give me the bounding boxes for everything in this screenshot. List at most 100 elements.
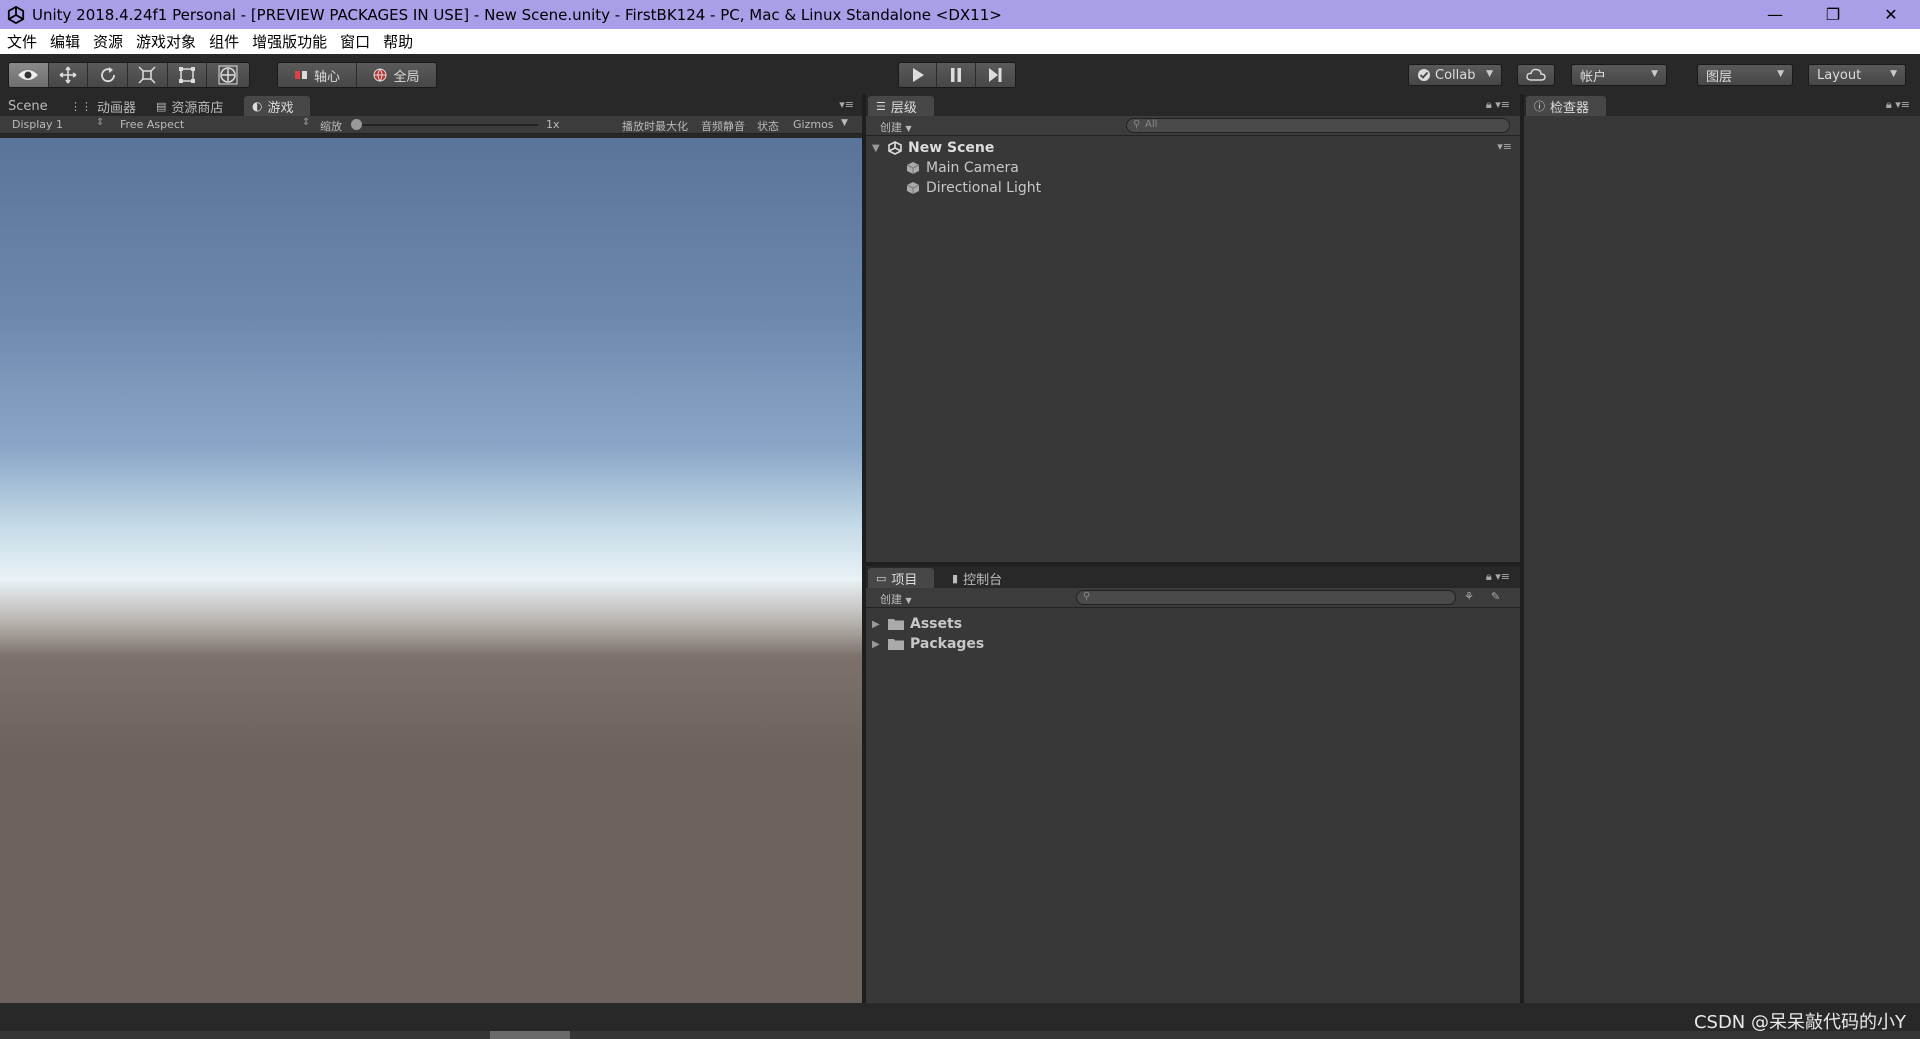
folder-icon: ▭ [876,571,887,585]
rect-tool-button[interactable] [167,63,208,87]
scale-tool-button[interactable] [128,63,168,87]
play-button[interactable] [899,63,938,87]
chevron-down-icon[interactable]: ▼ [841,118,848,128]
search-placeholder: All [1145,119,1158,130]
lock-icon[interactable]: 🔒︎ ▾≡ [1486,98,1510,112]
tab-project[interactable]: ▭ 项目 [868,568,934,588]
cloud-icon [1526,68,1546,81]
chevron-down-icon: ▼ [1651,69,1658,79]
chevron-down-icon: ▼ [1777,69,1784,79]
list-item[interactable]: ▶ Assets [872,614,962,634]
tab-console[interactable]: ▮ 控制台 [944,568,1010,588]
tab-project-label: 项目 [891,572,918,588]
console-icon: ▮ [952,571,959,585]
tab-animator[interactable]: ⋮⋮ 动画器 [62,96,144,116]
tab-asset-store[interactable]: ▤ 资源商店 [148,96,231,116]
stats-toggle[interactable]: 状态 [757,118,779,134]
list-item[interactable]: Directional Light [906,178,1041,198]
restore-button[interactable]: ❐ [1804,0,1862,29]
scene-name: New Scene [908,140,995,156]
pivot-button[interactable]: 轴心 [278,63,357,87]
step-button[interactable] [975,63,1015,87]
menu-file[interactable]: 文件 [0,31,43,52]
project-search-input[interactable]: ⚲ [1076,590,1456,605]
menu-component[interactable]: 组件 [202,31,245,52]
tag-icon[interactable]: ✎ [1491,590,1500,603]
transform-tool-button[interactable] [207,63,249,87]
hierarchy-search-input[interactable]: ⚲ All [1126,118,1510,133]
collab-dropdown[interactable]: Collab ▼ [1408,64,1502,86]
eye-icon [18,70,39,80]
triangle-down-icon[interactable]: ▼ [872,143,882,154]
project-toolbar: 创建 ▼ ⚲ ⚘ ✎ [866,588,1520,608]
project-create-button[interactable]: 创建 ▼ [880,591,912,607]
pacman-icon: ◐ [252,99,263,113]
menu-edit[interactable]: 编辑 [43,31,86,52]
view-tool-button[interactable] [9,63,49,87]
display-select[interactable]: Display 1 [12,118,63,131]
folder-icon [888,619,904,630]
layers-label: 图层 [1706,69,1733,85]
scale-slider-handle[interactable] [351,119,362,130]
move-icon [59,66,77,84]
layers-dropdown[interactable]: 图层 ▼ [1697,64,1793,86]
scale-label: 缩放 [320,120,342,133]
unity-logo-icon [4,3,28,27]
list-item[interactable]: ▶ Packages [872,634,984,654]
project-item-label: Packages [910,636,985,652]
scene-row[interactable]: ▼ New Scene ▾≡ [872,138,1512,158]
triangle-right-icon[interactable]: ▶ [872,639,882,650]
list-item[interactable]: Main Camera [906,158,1019,178]
aspect-select[interactable]: Free Aspect [120,118,184,131]
project-item-label: Assets [910,616,963,632]
cube-icon [906,162,920,174]
rotate-tool-button[interactable] [88,63,129,87]
hierarchy-panel: ☰ 层级 🔒︎ ▾≡ 创建 ▼ ⚲ All ▼ New Scene ▾≡ Mai… [866,94,1520,562]
info-icon: ⓘ [1534,100,1545,113]
pause-icon [951,68,962,82]
scale-value: 1x [546,118,560,131]
move-tool-button[interactable] [48,63,89,87]
watermark: CSDN @呆呆敲代码的小Y [1693,1012,1906,1033]
game-viewport[interactable] [0,138,862,1003]
cloud-button[interactable] [1517,64,1555,86]
global-button[interactable]: 全局 [357,63,436,87]
tab-hierarchy-label: 层级 [890,100,917,116]
hierarchy-item-label: Main Camera [926,160,1019,176]
hierarchy-create-button[interactable]: 创建 ▼ [880,119,912,135]
lock-icon[interactable]: 🔒︎ ▾≡ [1886,98,1910,112]
chevron-down-icon: ▼ [905,596,912,605]
scale-icon [138,66,156,84]
close-button[interactable]: ✕ [1862,0,1920,29]
tab-scene-label: Scene [8,98,48,114]
lock-icon[interactable]: 🔒︎ ▾≡ [1486,570,1510,584]
account-dropdown[interactable]: 帐户 ▼ [1571,64,1667,86]
menu-enhanced[interactable]: 增强版功能 [245,31,333,52]
triangle-right-icon[interactable]: ▶ [872,619,882,630]
tab-scene[interactable]: Scene [0,96,56,116]
pause-button[interactable] [937,63,976,87]
minimize-button[interactable]: — [1746,0,1804,29]
scene-menu-icon[interactable]: ▾≡ [1497,140,1512,153]
mute-audio-toggle[interactable]: 音频静音 [701,118,745,134]
tab-inspector[interactable]: ⓘ 检查器 [1526,96,1606,116]
cube-icon [906,182,920,194]
layout-dropdown[interactable]: Layout ▼ [1808,64,1906,86]
panel-menu-icon[interactable]: ▾≡ [839,98,854,111]
menu-help[interactable]: 帮助 [376,31,419,52]
gizmos-toggle[interactable]: Gizmos [793,118,834,131]
menu-gameobject[interactable]: 游戏对象 [129,31,202,52]
taskbar-item[interactable] [490,1031,570,1039]
status-bar: CSDN @呆呆敲代码的小Y [0,1003,1920,1039]
globe-icon [373,68,387,82]
project-panel: ▭ 项目 ▮ 控制台 🔒︎ ▾≡ 创建 ▼ ⚲ ⚘ ✎ ▶ Assets ▶ P… [866,566,1520,1003]
filter-type-icon[interactable]: ⚘ [1464,590,1474,603]
maximize-on-play-toggle[interactable]: 播放时最大化 [622,118,688,134]
menu-window[interactable]: 窗口 [333,31,376,52]
tab-asset-store-label: 资源商店 [171,100,224,116]
menu-assets[interactable]: 资源 [86,31,129,52]
tab-hierarchy[interactable]: ☰ 层级 [868,96,934,116]
scale-slider-track[interactable] [354,124,538,126]
toolbar: 轴心 全局 Collab ▼ 帐户 ▼ 图层 ▼ Layout ▼ [0,54,1920,94]
tab-game[interactable]: ◐ 游戏 [244,96,310,116]
